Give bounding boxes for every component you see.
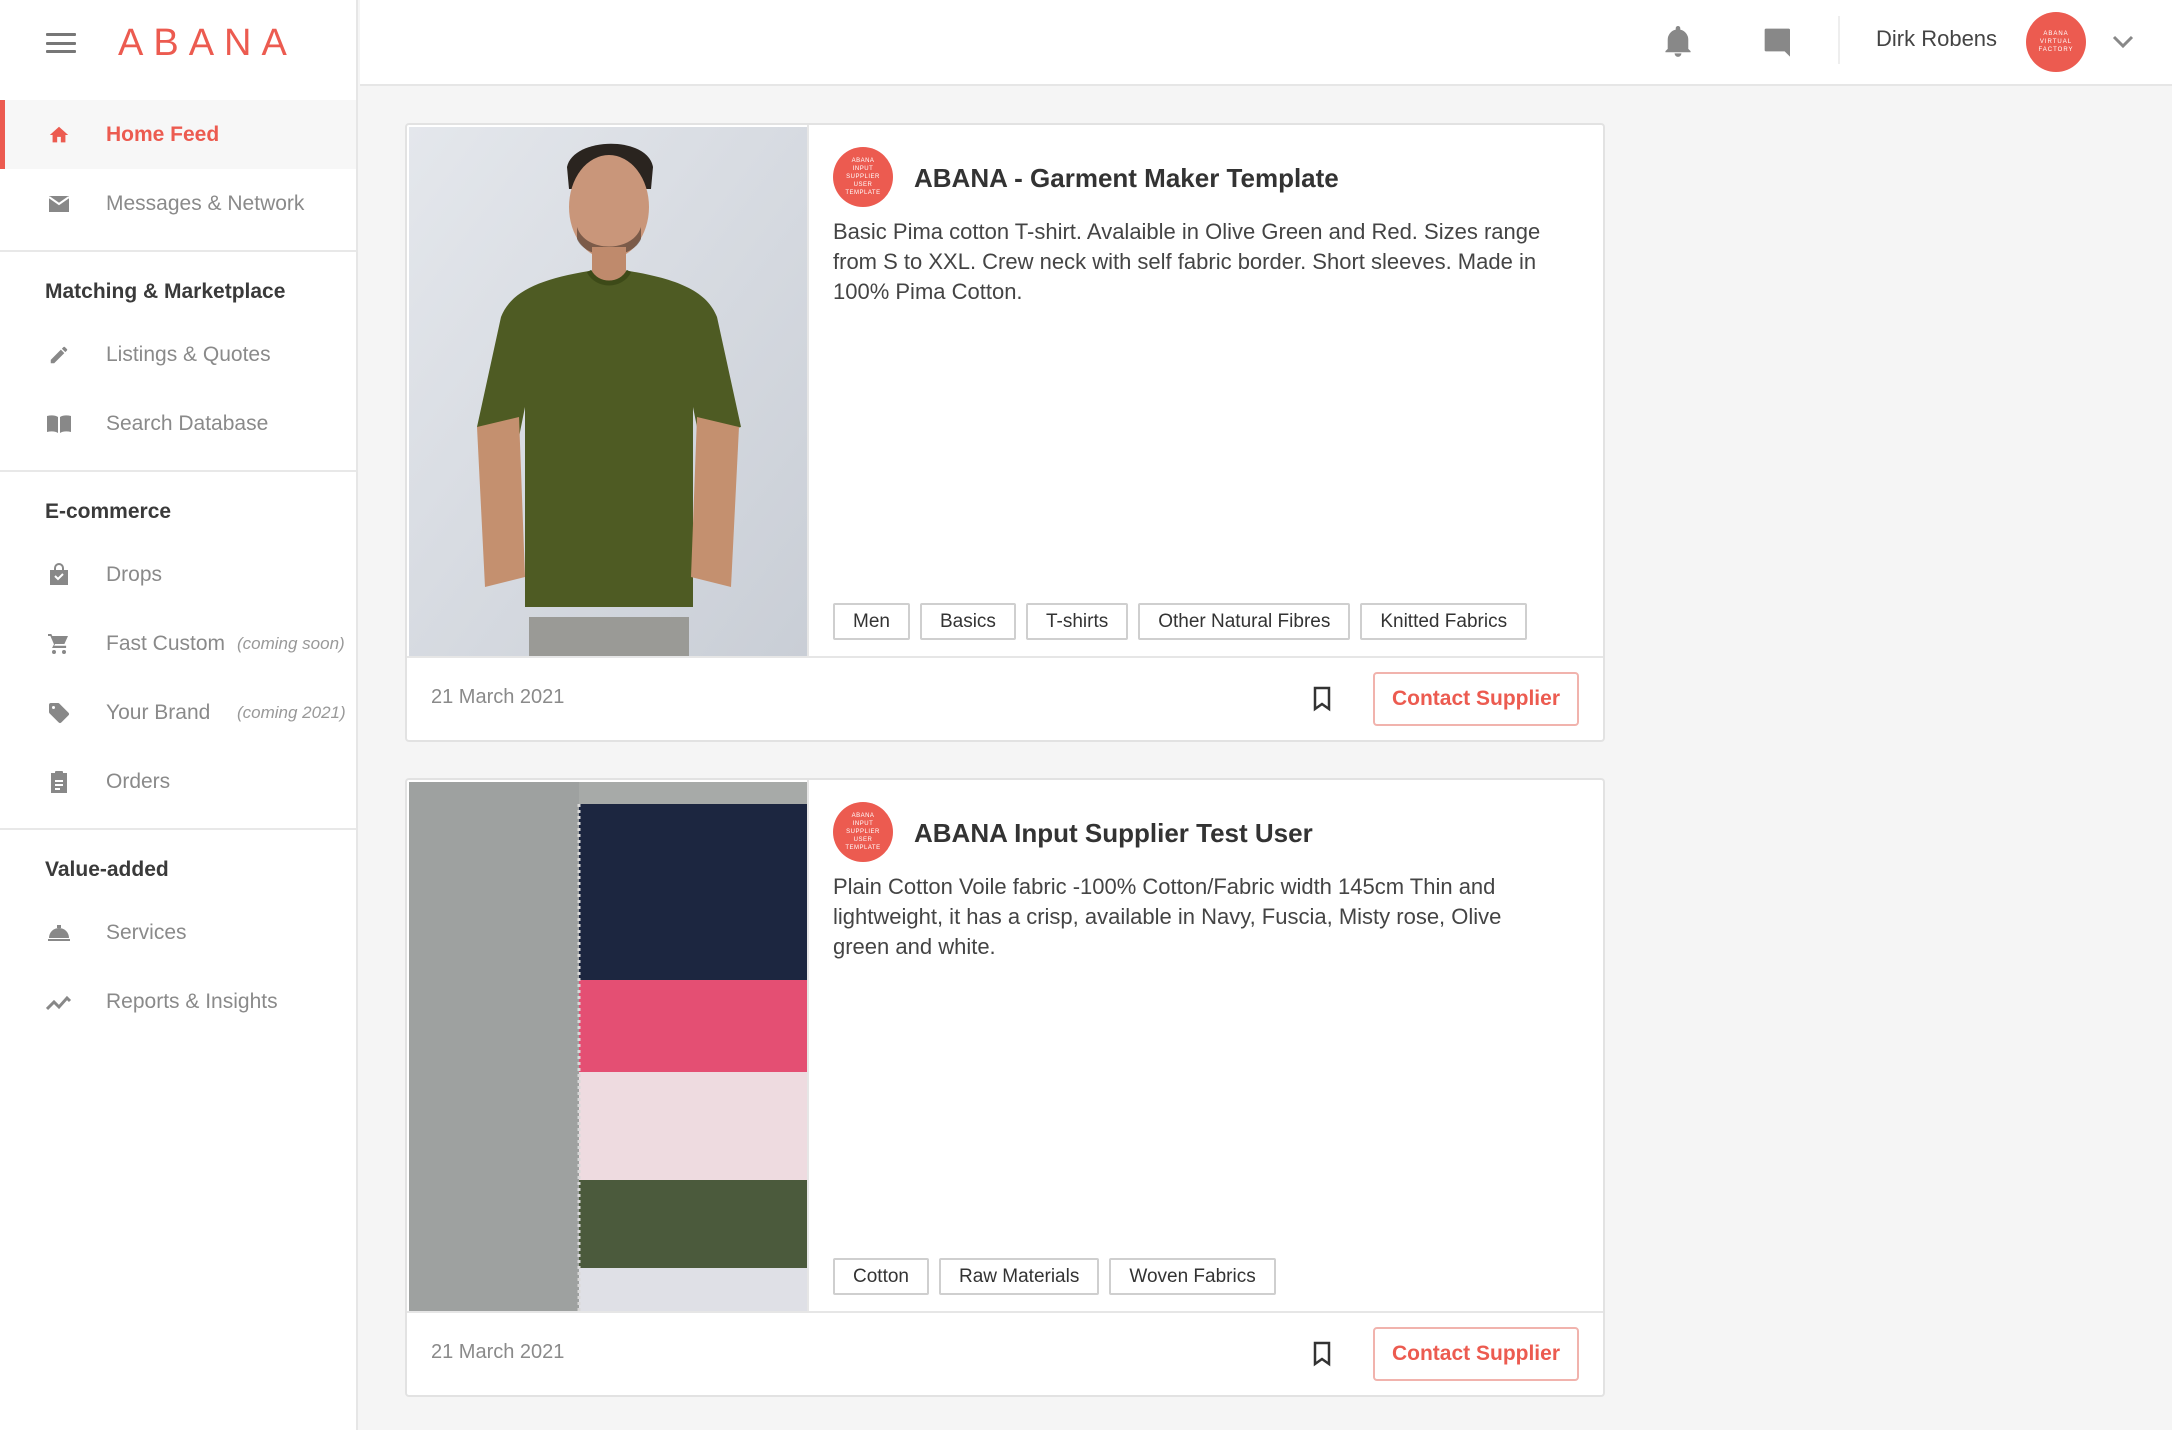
listing-description: Basic Pima cotton T-shirt. Avalaible in …: [833, 219, 1541, 304]
brand-row: ABANA: [0, 0, 356, 86]
tag[interactable]: Other Natural Fibres: [1138, 603, 1351, 640]
abana-logo[interactable]: ABANA: [118, 22, 297, 65]
home-icon: [46, 122, 72, 148]
sidebar-item-home-feed[interactable]: Home Feed: [0, 100, 356, 169]
logo-line: ABANA: [851, 813, 875, 819]
logo-line: SUPPLIER: [846, 174, 880, 180]
sidebar-item-drops[interactable]: Drops: [0, 540, 356, 609]
clipboard-icon: [46, 769, 72, 795]
tag[interactable]: T-shirts: [1025, 603, 1129, 640]
sidebar-item-label: Orders: [106, 769, 171, 793]
logo-line: SUPPLIER: [846, 829, 880, 835]
sidebar-item-search-database[interactable]: Search Database: [0, 389, 356, 458]
chevron-down-icon[interactable]: [2110, 24, 2136, 65]
sidebar-item-messages-network[interactable]: Messages & Network: [0, 169, 356, 238]
supplier-logo[interactable]: ABANA INPUT SUPPLIER USER TEMPLATE: [833, 147, 893, 207]
sidebar-item-label: Listings & Quotes: [106, 342, 271, 366]
divider: [0, 828, 356, 830]
tag[interactable]: Woven Fabrics: [1109, 1258, 1276, 1295]
supplier-name[interactable]: ABANA Input Supplier Test User: [914, 818, 1313, 849]
avatar-line: ABANA: [2043, 31, 2069, 37]
supplier-name[interactable]: ABANA - Garment Maker Template: [914, 163, 1339, 194]
tag[interactable]: Raw Materials: [938, 1258, 1100, 1295]
sidebar-item-listings-quotes[interactable]: Listings & Quotes: [0, 320, 356, 389]
divider: [0, 470, 356, 472]
divider: [1838, 16, 1840, 64]
home-feed: ABANA INPUT SUPPLIER USER TEMPLATE ABANA…: [405, 123, 1605, 1430]
sidebar-item-orders[interactable]: Orders: [0, 747, 356, 816]
shopping-bag-icon: [46, 562, 72, 588]
card-body: ABANA INPUT SUPPLIER USER TEMPLATE ABANA…: [807, 125, 1603, 658]
bell-icon[interactable]: [1658, 22, 1698, 62]
logo-line: TEMPLATE: [845, 845, 881, 851]
cart-icon: [46, 631, 72, 657]
sidebar-item-your-brand[interactable]: Your Brand (coming 2021): [0, 678, 356, 747]
mail-icon: [46, 191, 72, 217]
contact-supplier-button[interactable]: Contact Supplier: [1373, 1327, 1579, 1381]
book-icon: [46, 411, 72, 437]
tag[interactable]: Men: [833, 603, 910, 640]
post-date: 21 March 2021: [431, 1341, 565, 1363]
tag-list: Cotton Raw Materials Woven Fabrics: [833, 1258, 1276, 1295]
card-footer: 21 March 2021 Contact Supplier: [407, 1311, 1603, 1395]
sidebar: ABANA Home Feed Messages & Network Match…: [0, 0, 358, 1430]
contact-supplier-button[interactable]: Contact Supplier: [1373, 672, 1579, 726]
tag-list: Men Basics T-shirts Other Natural Fibres…: [833, 603, 1528, 640]
logo-line: ABANA: [851, 158, 875, 164]
tag[interactable]: Knitted Fabrics: [1360, 603, 1528, 640]
sidebar-item-label: Your Brand: [106, 700, 211, 724]
user-name[interactable]: Dirk Robens: [1876, 26, 1997, 52]
tag-icon: [46, 700, 72, 726]
product-image-tshirt[interactable]: [409, 127, 807, 658]
coming-soon-note: (coming soon): [237, 633, 345, 653]
feed-card: ABANA INPUT SUPPLIER USER TEMPLATE ABANA…: [405, 778, 1605, 1397]
divider: [0, 250, 356, 252]
logo-line: INPUT: [852, 821, 874, 827]
trending-icon: [46, 989, 72, 1015]
listing-description: Plain Cotton Voile fabric -100% Cotton/F…: [833, 874, 1502, 959]
sidebar-item-label: Search Database: [106, 411, 269, 435]
bookmark-icon[interactable]: [1307, 1339, 1337, 1369]
section-title-matching: Matching & Marketplace: [45, 280, 286, 303]
bookmark-icon[interactable]: [1307, 684, 1337, 714]
coming-2021-note: (coming 2021): [237, 702, 346, 722]
sidebar-item-fast-custom[interactable]: Fast Custom (coming soon): [0, 609, 356, 678]
logo-line: TEMPLATE: [845, 190, 881, 196]
logo-line: USER: [853, 182, 873, 188]
logo-line: USER: [853, 837, 873, 843]
logo-line: INPUT: [852, 166, 874, 172]
sidebar-item-label: Fast Custom: [106, 631, 226, 655]
sidebar-item-label: Messages & Network: [106, 191, 305, 215]
sidebar-item-reports-insights[interactable]: Reports & Insights: [0, 967, 356, 1036]
section-title-ecommerce: E-commerce: [45, 500, 172, 523]
avatar-line: VIRTUAL: [2039, 39, 2073, 45]
supplier-logo[interactable]: ABANA INPUT SUPPLIER USER TEMPLATE: [833, 802, 893, 862]
avatar[interactable]: ABANA VIRTUAL FACTORY: [2026, 12, 2086, 72]
top-bar: Dirk Robens ABANA VIRTUAL FACTORY: [360, 0, 2172, 86]
post-date: 21 March 2021: [431, 686, 565, 708]
service-bell-icon: [46, 920, 72, 946]
avatar-line: FACTORY: [2038, 47, 2074, 53]
pencil-icon: [46, 342, 72, 368]
tag[interactable]: Basics: [919, 603, 1016, 640]
card-footer: 21 March 2021 Contact Supplier: [407, 656, 1603, 740]
sidebar-item-services[interactable]: Services: [0, 898, 356, 967]
card-body: ABANA INPUT SUPPLIER USER TEMPLATE ABANA…: [807, 780, 1603, 1313]
sidebar-item-label: Home Feed: [106, 122, 220, 146]
tag[interactable]: Cotton: [833, 1258, 929, 1295]
sidebar-item-label: Reports & Insights: [106, 989, 278, 1013]
sidebar-item-label: Drops: [106, 562, 163, 586]
feed-card: ABANA INPUT SUPPLIER USER TEMPLATE ABANA…: [405, 123, 1605, 742]
menu-icon[interactable]: [46, 33, 76, 53]
chat-icon[interactable]: [1758, 22, 1798, 62]
product-image-fabrics[interactable]: [409, 782, 807, 1313]
sidebar-item-label: Services: [106, 920, 187, 944]
section-title-value-added: Value-added: [45, 858, 169, 881]
